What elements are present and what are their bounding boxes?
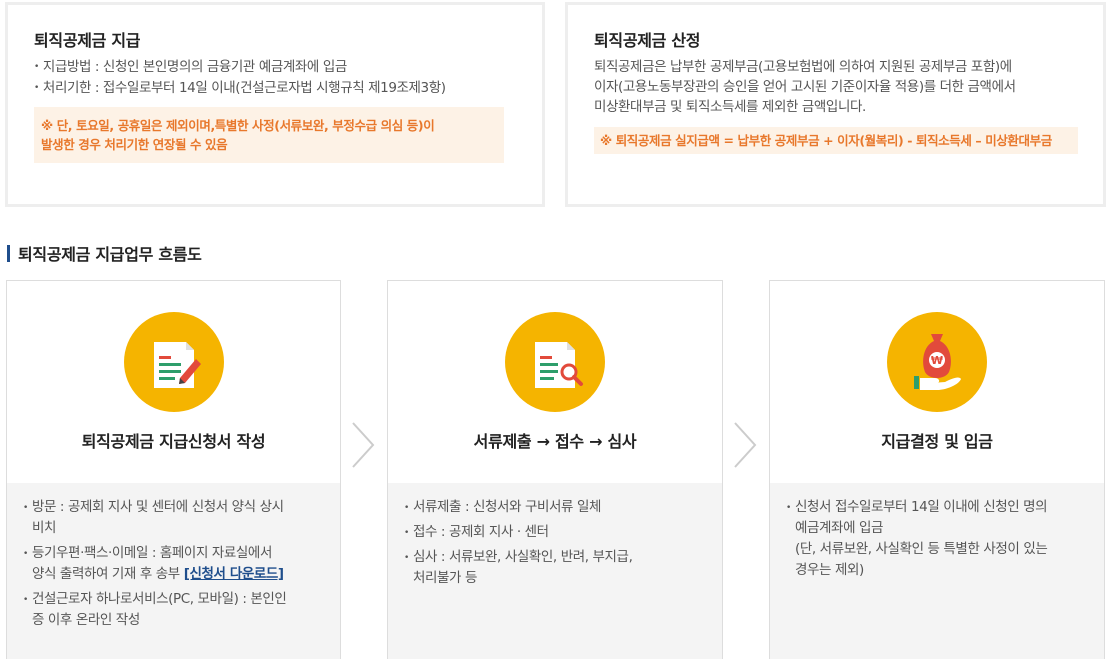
item-line: 처리불가 등	[413, 570, 477, 586]
document-pen-icon	[123, 312, 224, 412]
item-line: (단, 서류보완, 사실확인 등 특별한 사정이 있는	[795, 541, 1048, 557]
list-item: 접수 : 공제회 지사 · 센터	[404, 522, 702, 545]
step-card-payment: ₩ 지급결정 및 입금 신청서 접수일로부터 14일 이내에 신청인 명의 예금…	[769, 280, 1105, 659]
step-title: 서류제출 → 접수 → 심사	[473, 432, 637, 451]
step-title: 지급결정 및 입금	[881, 432, 993, 451]
calculation-info-box: 퇴직공제금 산정 퇴직공제금은 납부한 공제부금(고용보험법에 의하여 지원된 …	[565, 2, 1106, 207]
item-line: 등기우편·팩스·이메일 : 홈페이지 자료실에서	[32, 545, 272, 561]
application-download-link[interactable]: [신청서 다운로드]	[184, 566, 284, 582]
item-line: 방문 : 공제회 지사 및 센터에 신청서 양식 상시	[32, 499, 284, 515]
calculation-line3: 미상환대부금 및 퇴직소득세를 제외한 금액입니다.	[594, 99, 866, 115]
item-line: 비치	[32, 520, 57, 536]
calculation-formula: ※ 퇴직공제금 실지급액 = 납부한 공제부금 + 이자(월복리) - 퇴직소득…	[594, 127, 1078, 154]
payment-note-line2: 발생한 경우 처리기한 연장될 수 있음	[41, 137, 228, 152]
step-details: 신청서 접수일로부터 14일 이내에 신청인 명의 예금계좌에 입금 (단, 서…	[770, 483, 1104, 659]
flow-title: 퇴직공제금 지급업무 흐름도	[18, 245, 202, 264]
item-line: 신청서 접수일로부터 14일 이내에 신청인 명의	[795, 499, 1048, 515]
money-bag-hand-icon: ₩	[887, 312, 987, 412]
document-search-icon	[505, 312, 605, 412]
list-item: 신청서 접수일로부터 14일 이내에 신청인 명의 예금계좌에 입금 (단, 서…	[786, 497, 1084, 581]
item-text: 양식 출력하여 기재 후 송부	[32, 566, 184, 582]
payment-method: 지급방법 : 신청인 본인명의의 금융기관 예금계좌에 입금	[34, 57, 512, 78]
flow-heading: 퇴직공제금 지급업무 흐름도	[7, 241, 202, 265]
list-item: 방문 : 공제회 지사 및 센터에 신청서 양식 상시 비치	[23, 497, 320, 539]
payment-info-box: 퇴직공제금 지급 지급방법 : 신청인 본인명의의 금융기관 예금계좌에 입금 …	[5, 2, 545, 207]
payment-note-line1: ※ 단, 토요일, 공휴일은 제외이며,특별한 사정(서류보완, 부정수급 의심…	[41, 118, 435, 133]
payment-note: ※ 단, 토요일, 공휴일은 제외이며,특별한 사정(서류보완, 부정수급 의심…	[34, 107, 504, 163]
item-line: 건설근로자 하나로서비스(PC, 모바일) : 본인인	[32, 591, 287, 607]
calculation-line2: 이자(고용노동부장관의 승인을 얻어 고시된 기준이자율 적용)를 더한 금액에…	[594, 79, 1016, 95]
list-item: 등기우편·팩스·이메일 : 홈페이지 자료실에서 양식 출력하여 기재 후 송부…	[23, 543, 320, 585]
list-item: 서류제출 : 신청서와 구비서류 일체	[404, 497, 702, 520]
list-item: 심사 : 서류보완, 사실확인, 반려, 부지급, 처리불가 등	[404, 547, 702, 589]
item-line: 경우는 제외)	[795, 562, 864, 578]
calculation-line1: 퇴직공제금은 납부한 공제부금(고용보험법에 의하여 지원된 공제부금 포함)에	[594, 59, 1012, 75]
step-details: 방문 : 공제회 지사 및 센터에 신청서 양식 상시 비치 등기우편·팩스·이…	[7, 483, 340, 659]
chevron-right-icon	[349, 420, 379, 470]
step-card-application: 퇴직공제금 지급신청서 작성 방문 : 공제회 지사 및 센터에 신청서 양식 …	[6, 280, 341, 659]
svg-text:₩: ₩	[931, 354, 943, 367]
step-title: 퇴직공제금 지급신청서 작성	[81, 432, 266, 451]
calculation-title: 퇴직공제금 산정	[594, 31, 701, 50]
list-item: 건설근로자 하나로서비스(PC, 모바일) : 본인인 증 이후 온라인 작성	[23, 589, 320, 631]
item-line: 예금계좌에 입금	[795, 520, 884, 536]
step-details: 서류제출 : 신청서와 구비서류 일체 접수 : 공제회 지사 · 센터 심사 …	[388, 483, 722, 659]
item-line: 심사 : 서류보완, 사실확인, 반려, 부지급,	[413, 549, 633, 565]
payment-deadline: 처리기한 : 접수일로부터 14일 이내(건설근로자법 시행규칙 제19조제3항…	[34, 78, 512, 99]
chevron-right-icon	[731, 420, 761, 470]
heading-bar	[7, 244, 10, 262]
item-line: 증 이후 온라인 작성	[32, 612, 140, 628]
item-line: 양식 출력하여 기재 후 송부 [신청서 다운로드]	[32, 564, 320, 585]
payment-title: 퇴직공제금 지급	[34, 31, 141, 50]
step-card-review: 서류제출 → 접수 → 심사 서류제출 : 신청서와 구비서류 일체 접수 : …	[387, 280, 723, 659]
